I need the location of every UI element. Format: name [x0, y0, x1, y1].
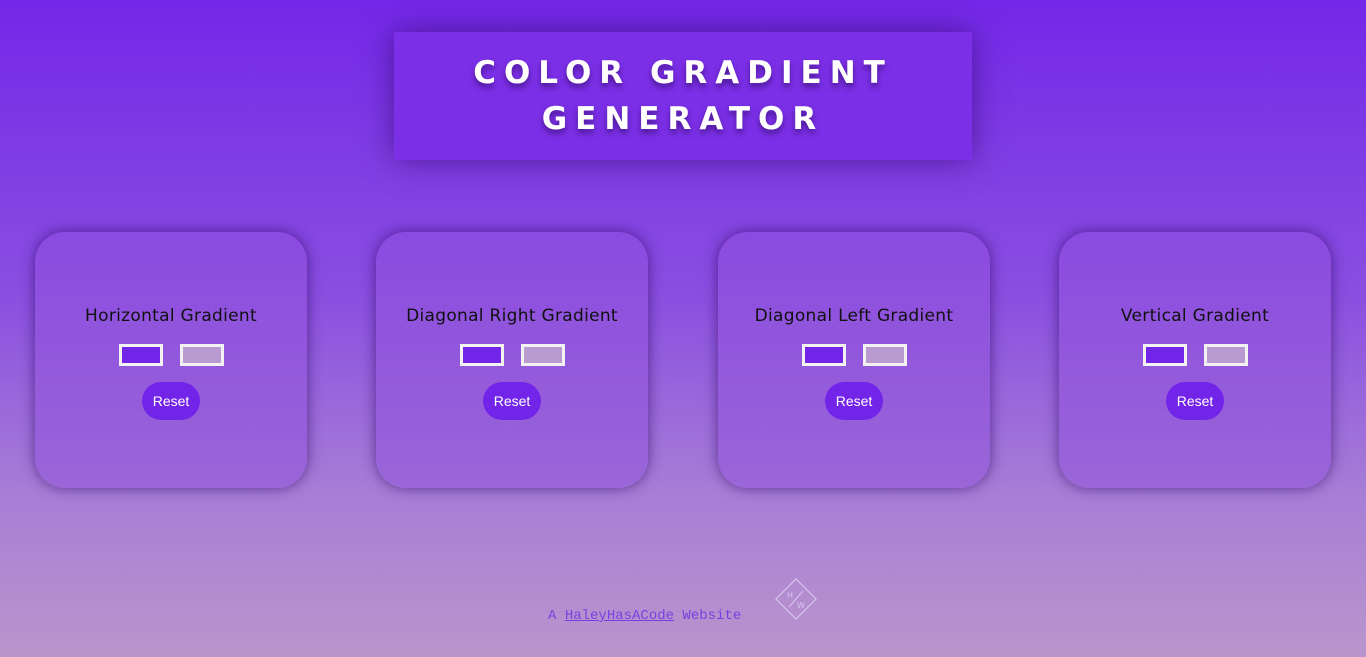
reset-button[interactable]: Reset — [1166, 382, 1224, 420]
color-picker-2[interactable] — [179, 344, 224, 366]
reset-button[interactable]: Reset — [142, 382, 200, 420]
color-picker-1[interactable] — [1142, 344, 1187, 366]
card-title: Diagonal Left Gradient — [754, 306, 954, 326]
logo-letter-w: W — [797, 601, 805, 610]
card-horizontal-gradient: Horizontal Gradient Reset — [35, 232, 307, 488]
color-pickers — [1059, 344, 1331, 366]
reset-button[interactable]: Reset — [825, 382, 883, 420]
footer-credit: A HaleyHasACode Website — [548, 608, 741, 624]
color-picker-1[interactable] — [801, 344, 846, 366]
footer-prefix: A — [548, 608, 565, 624]
card-title: Diagonal Right Gradient — [406, 306, 618, 326]
card-title: Vertical Gradient — [1120, 306, 1270, 326]
card-title: Horizontal Gradient — [85, 306, 257, 326]
color-picker-2[interactable] — [1203, 344, 1248, 366]
color-picker-2[interactable] — [862, 344, 907, 366]
card-diagonal-left-gradient: Diagonal Left Gradient Reset — [718, 232, 990, 488]
color-picker-2[interactable] — [520, 344, 565, 366]
reset-button[interactable]: Reset — [483, 382, 541, 420]
footer-link[interactable]: HaleyHasACode — [565, 608, 674, 624]
card-diagonal-right-gradient: Diagonal Right Gradient Reset — [376, 232, 648, 488]
logo-letter-h: H — [787, 591, 793, 600]
color-pickers — [35, 344, 307, 366]
page-header: COLOR GRADIENT GENERATOR — [394, 32, 972, 160]
color-pickers — [376, 344, 648, 366]
page-title-line-1: COLOR GRADIENT — [473, 55, 893, 91]
color-pickers — [718, 344, 990, 366]
page-title-line-2: GENERATOR — [541, 101, 825, 137]
color-picker-1[interactable] — [459, 344, 504, 366]
footer-suffix: Website — [674, 608, 742, 624]
color-picker-1[interactable] — [118, 344, 163, 366]
card-vertical-gradient: Vertical Gradient Reset — [1059, 232, 1331, 488]
hw-diamond-logo-icon[interactable]: H W — [775, 578, 817, 620]
